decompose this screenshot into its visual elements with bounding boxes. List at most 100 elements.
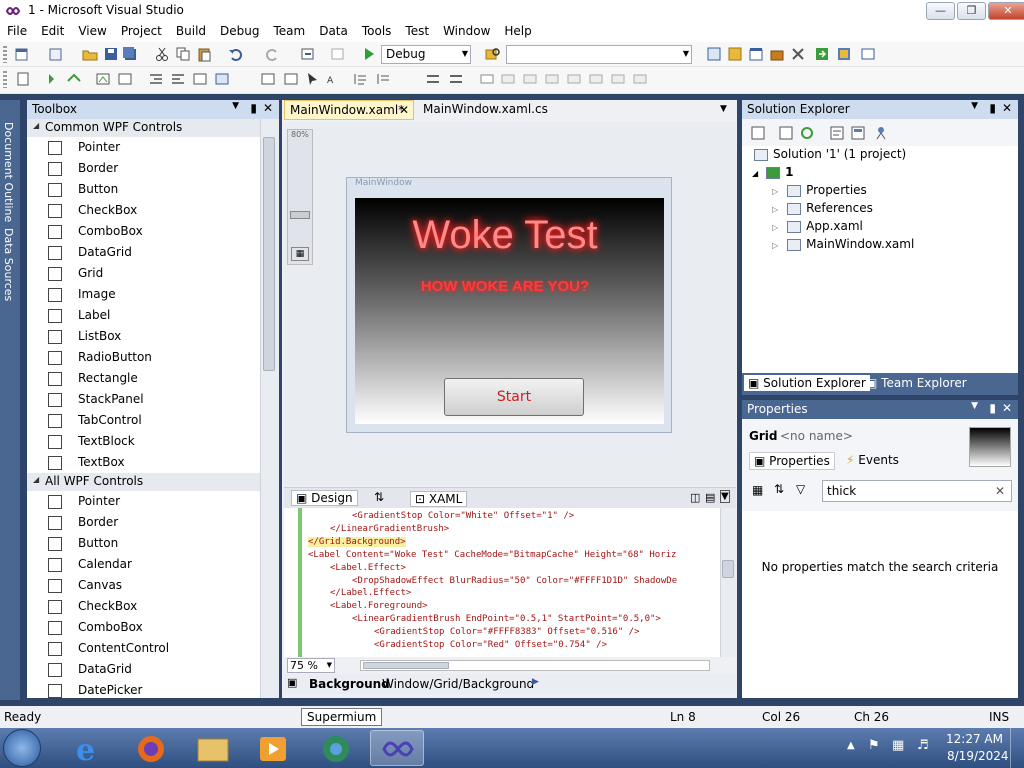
document-icon[interactable] <box>15 71 31 87</box>
toolbox-item[interactable]: TextBlock <box>27 431 261 452</box>
scrollbar-thumb[interactable] <box>263 137 275 371</box>
view-designer-icon[interactable] <box>850 125 866 141</box>
firefox-taskbar-button[interactable] <box>124 730 178 766</box>
tree-item-references[interactable]: ▷ References <box>772 201 873 215</box>
menu-edit[interactable]: Edit <box>34 22 71 38</box>
scrollbar-thumb[interactable] <box>722 560 734 578</box>
rename-icon[interactable]: A <box>326 71 342 87</box>
pin-icon[interactable]: ▮ <box>989 401 996 415</box>
solution-explorer-icon[interactable] <box>706 46 722 62</box>
clock-date[interactable]: 8/19/2024 <box>947 749 1009 763</box>
bookmark-toggle-icon[interactable] <box>425 71 441 87</box>
tab-properties[interactable]: ▣ Properties <box>749 452 835 470</box>
code-scrollbar[interactable] <box>720 508 736 657</box>
code-line[interactable]: <GradientStop Color="#FFFF8383" Offset="… <box>374 627 640 637</box>
property-search-input[interactable]: thick ✕ <box>822 480 1012 502</box>
bookmark-prev-icon[interactable] <box>522 71 538 87</box>
grid-icon[interactable] <box>260 71 276 87</box>
tab-mainwindow-xaml-cs[interactable]: MainWindow.xaml.cs <box>418 100 553 120</box>
align-multiple-icon[interactable] <box>117 71 133 87</box>
close-icon[interactable]: ✕ <box>1002 101 1012 115</box>
class-diagram-icon[interactable] <box>873 125 889 141</box>
action-center-flag-icon[interactable]: ⚑ <box>868 738 880 753</box>
panel-dropdown-icon[interactable]: ▼ <box>232 101 239 111</box>
toolbox-item[interactable]: Grid <box>27 263 261 284</box>
bookmark-next-icon[interactable] <box>448 71 464 87</box>
swap-panes-icon[interactable]: ⇅ <box>374 490 384 504</box>
bookmark-clear-icon[interactable] <box>566 71 582 87</box>
solution-configuration-dropdown[interactable]: Debug ▼ <box>381 45 471 64</box>
toolbox-item[interactable]: ComboBox <box>27 221 261 242</box>
toolbox-item[interactable]: DataGrid <box>27 659 261 680</box>
menu-view[interactable]: View <box>71 22 113 38</box>
start-debugging-icon[interactable] <box>361 46 377 62</box>
breadcrumb-path[interactable]: Window/Grid/Background <box>382 677 534 691</box>
panel-dropdown-icon[interactable]: ▼ <box>971 101 978 111</box>
collapsed-arrow-icon[interactable]: ▷ <box>772 205 778 214</box>
visual-studio-taskbar-button[interactable] <box>370 730 424 766</box>
code-line[interactable]: <GradientStop Color="White" Offset="1" /… <box>352 511 574 521</box>
cut-icon[interactable] <box>154 46 170 62</box>
menu-window[interactable]: Window <box>436 22 497 38</box>
toolbox-item[interactable]: Rectangle <box>27 368 261 389</box>
save-all-icon[interactable] <box>122 46 138 62</box>
scrollbar-thumb[interactable] <box>363 662 449 669</box>
clock-time[interactable]: 12:27 AM <box>946 732 1003 746</box>
order-icon[interactable] <box>214 71 230 87</box>
close-button[interactable]: ✕ <box>988 2 1024 20</box>
tab-team-explorer[interactable]: ▣ Team Explorer <box>866 376 967 390</box>
collapsed-arrow-icon[interactable]: ▷ <box>772 241 778 250</box>
close-tab-icon[interactable]: ✕ <box>399 103 409 117</box>
snap-icon[interactable] <box>283 71 299 87</box>
toolbar-grip[interactable] <box>3 71 7 88</box>
zoom-slider[interactable]: 80% ▦ <box>287 129 313 265</box>
rectangle-icon[interactable] <box>479 71 495 87</box>
toolbox-category[interactable]: Common WPF Controls <box>27 119 261 137</box>
menu-build[interactable]: Build <box>169 22 213 38</box>
pin-icon[interactable]: ▮ <box>250 101 257 115</box>
menu-project[interactable]: Project <box>114 22 169 38</box>
toolbox-item[interactable]: Canvas <box>27 575 261 596</box>
menu-debug[interactable]: Debug <box>213 22 266 38</box>
tab-solution-explorer[interactable]: ▣ Solution Explorer <box>744 375 870 391</box>
copy-icon[interactable] <box>175 46 191 62</box>
tab-events[interactable]: ⚡ Events <box>846 453 899 467</box>
tab-mainwindow-xaml[interactable]: MainWindow.xaml* ✕ <box>284 100 414 120</box>
window-layout-icon[interactable] <box>860 46 876 62</box>
media-player-taskbar-button[interactable] <box>246 730 300 766</box>
code-line[interactable]: <Label.Foreground> <box>330 601 428 611</box>
start-button[interactable]: Start <box>444 378 584 416</box>
chevron-right-icon[interactable]: ▶ <box>532 677 539 687</box>
show-hidden-icons-icon[interactable]: ▲ <box>847 740 855 751</box>
toolbox-item[interactable]: CheckBox <box>27 200 261 221</box>
expanded-arrow-icon[interactable]: ◢ <box>752 169 758 178</box>
menu-test[interactable]: Test <box>398 22 436 38</box>
toolbox-item[interactable]: StackPanel <box>27 389 261 410</box>
align-icon[interactable] <box>95 71 111 87</box>
filter-icon[interactable]: ▽ <box>796 482 805 496</box>
bookmark-window-icon[interactable] <box>588 71 604 87</box>
menu-help[interactable]: Help <box>497 22 538 38</box>
show-desktop-button[interactable] <box>1010 728 1024 768</box>
undo-icon[interactable] <box>228 46 244 62</box>
collapsed-arrow-icon[interactable]: ▷ <box>772 223 778 232</box>
save-icon[interactable] <box>103 46 119 62</box>
app-title-label[interactable]: Woke Test <box>355 213 655 258</box>
toolbox-item[interactable]: Border <box>27 158 261 179</box>
clear-search-icon[interactable]: ✕ <box>995 484 1005 498</box>
paste-icon[interactable] <box>196 46 212 62</box>
menu-team[interactable]: Team <box>266 22 312 38</box>
extension-manager-icon[interactable] <box>790 46 806 62</box>
toolbox-item[interactable]: ComboBox <box>27 617 261 638</box>
navigate-backward-icon[interactable] <box>300 46 316 62</box>
volume-icon[interactable]: ♬ <box>917 738 929 753</box>
toolbox-item[interactable]: Border <box>27 512 261 533</box>
uncomment-icon[interactable] <box>375 71 391 87</box>
refresh-icon[interactable] <box>799 125 815 141</box>
app-subtitle-label[interactable]: HOW WOKE ARE YOU? <box>355 278 655 295</box>
zoom-slider-thumb[interactable] <box>290 211 310 219</box>
toolbox-item[interactable]: Label <box>27 305 261 326</box>
pin-icon[interactable]: ▮ <box>989 101 996 115</box>
code-line[interactable]: <DropShadowEffect BlurRadius="50" Color=… <box>352 576 677 586</box>
start-button-orb[interactable] <box>3 729 41 767</box>
